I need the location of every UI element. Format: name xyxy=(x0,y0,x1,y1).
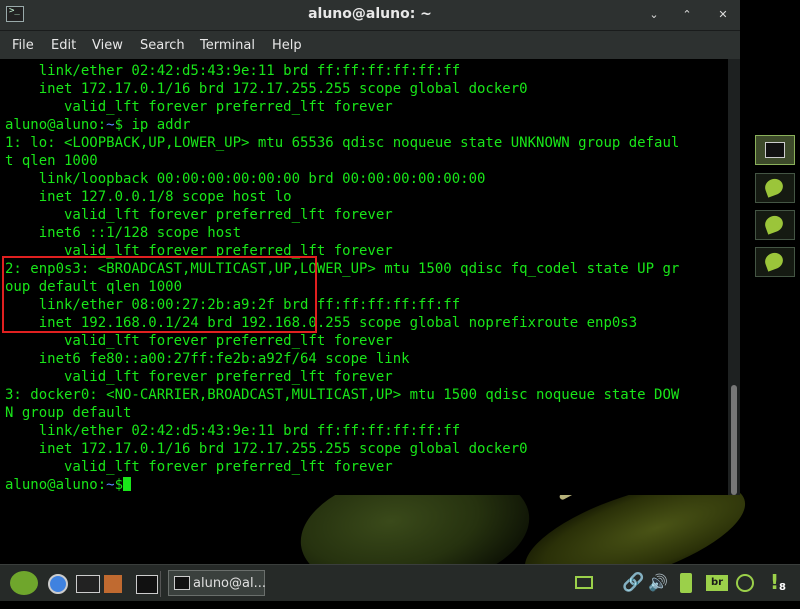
menu-terminal[interactable]: Terminal xyxy=(200,38,255,53)
prompt-path: ~ xyxy=(106,477,115,493)
terminal-line: inet 172.17.0.1/16 brd 172.17.255.255 sc… xyxy=(5,441,528,457)
power-icon[interactable] xyxy=(736,574,754,592)
terminal-line: N group default xyxy=(5,405,132,421)
task-terminal-window[interactable]: aluno@al... xyxy=(168,570,266,596)
taskbar-separator xyxy=(160,571,161,597)
monitor-icon[interactable] xyxy=(575,576,593,589)
terminal-line: 3: docker0: <NO-CARRIER,BROADCAST,MULTIC… xyxy=(5,387,680,403)
workspace-1-button[interactable] xyxy=(755,135,795,165)
start-menu-icon[interactable] xyxy=(10,571,38,595)
terminal-icon xyxy=(765,142,785,158)
terminal-icon xyxy=(174,576,190,590)
workspace-4-button[interactable] xyxy=(755,247,795,277)
leaf-icon xyxy=(762,250,786,272)
prompt-command: $ ip addr xyxy=(114,117,191,133)
keyboard-layout-indicator[interactable]: br xyxy=(706,575,728,591)
window-title: aluno@aluno: ~ xyxy=(308,6,432,22)
scrollbar-thumb[interactable] xyxy=(731,385,737,495)
file-manager-icon[interactable] xyxy=(104,575,122,593)
network-icon[interactable]: 🔗 xyxy=(622,573,644,593)
prompt-path: ~ xyxy=(106,117,115,133)
terminal-prompt-line[interactable]: aluno@aluno:~$ xyxy=(5,476,132,494)
workspace-3-button[interactable] xyxy=(755,210,795,240)
volume-icon[interactable]: 🔊 xyxy=(648,573,670,593)
terminal-line: inet 127.0.0.1/8 scope host lo xyxy=(5,189,292,205)
taskbar: aluno@al... 🔗 🔊 br ! xyxy=(0,564,800,601)
menu-bar: File Edit View Search Terminal Help xyxy=(0,31,740,59)
highlight-box xyxy=(2,256,317,333)
leaf-icon xyxy=(762,176,786,198)
terminal-line: t qlen 1000 xyxy=(5,153,98,169)
terminal-line: 1: lo: <LOOPBACK,UP,LOWER_UP> mtu 65536 … xyxy=(5,135,680,151)
show-desktop-icon[interactable] xyxy=(76,575,100,593)
prompt-symbol: $ xyxy=(114,477,124,493)
workspace-2-button[interactable] xyxy=(755,173,795,203)
notification-count: 8 xyxy=(779,582,786,593)
menu-edit[interactable]: Edit xyxy=(51,38,76,53)
menu-search[interactable]: Search xyxy=(140,38,185,53)
minimize-icon[interactable]: ⌄ xyxy=(648,9,660,21)
terminal-line: valid_lft forever preferred_lft forever xyxy=(5,207,393,223)
task-label: aluno@al... xyxy=(193,576,266,591)
terminal-window: aluno@aluno: ~ ⌄ ⌃ ✕ File Edit View Sear… xyxy=(0,0,740,495)
terminal-line: link/ether 02:42:d5:43:9e:11 brd ff:ff:f… xyxy=(5,423,461,439)
terminal-line: valid_lft forever preferred_lft forever xyxy=(5,333,393,349)
battery-icon[interactable] xyxy=(680,573,692,593)
notification-icon[interactable]: ! xyxy=(770,571,779,593)
terminal-line: inet6 ::1/128 scope host xyxy=(5,225,242,241)
menu-view[interactable]: View xyxy=(92,38,123,53)
menu-help[interactable]: Help xyxy=(272,38,302,53)
terminal-line: valid_lft forever preferred_lft forever xyxy=(5,99,393,115)
maximize-icon[interactable]: ⌃ xyxy=(681,9,693,21)
menu-file[interactable]: File xyxy=(12,38,34,53)
terminal-line: valid_lft forever preferred_lft forever xyxy=(5,459,393,475)
window-titlebar[interactable]: aluno@aluno: ~ ⌄ ⌃ ✕ xyxy=(0,0,740,31)
terminal-line: valid_lft forever preferred_lft forever xyxy=(5,369,393,385)
prompt-user: aluno@aluno: xyxy=(5,477,107,493)
terminal-launcher-icon[interactable] xyxy=(136,575,158,594)
terminal-line: aluno@aluno:~$ ip addr xyxy=(5,116,190,134)
terminal-line: inet6 fe80::a00:27ff:fe2b:a92f/64 scope … xyxy=(5,351,410,367)
terminal-line: link/ether 02:42:d5:43:9e:11 brd ff:ff:f… xyxy=(5,63,461,79)
chrome-icon[interactable] xyxy=(48,574,68,594)
terminal-line: link/loopback 00:00:00:00:00:00 brd 00:0… xyxy=(5,171,486,187)
leaf-icon xyxy=(762,213,786,235)
prompt-user: aluno@aluno: xyxy=(5,117,107,133)
text-cursor xyxy=(123,477,132,491)
close-icon[interactable]: ✕ xyxy=(717,9,729,21)
terminal-line: inet 172.17.0.1/16 brd 172.17.255.255 sc… xyxy=(5,81,528,97)
